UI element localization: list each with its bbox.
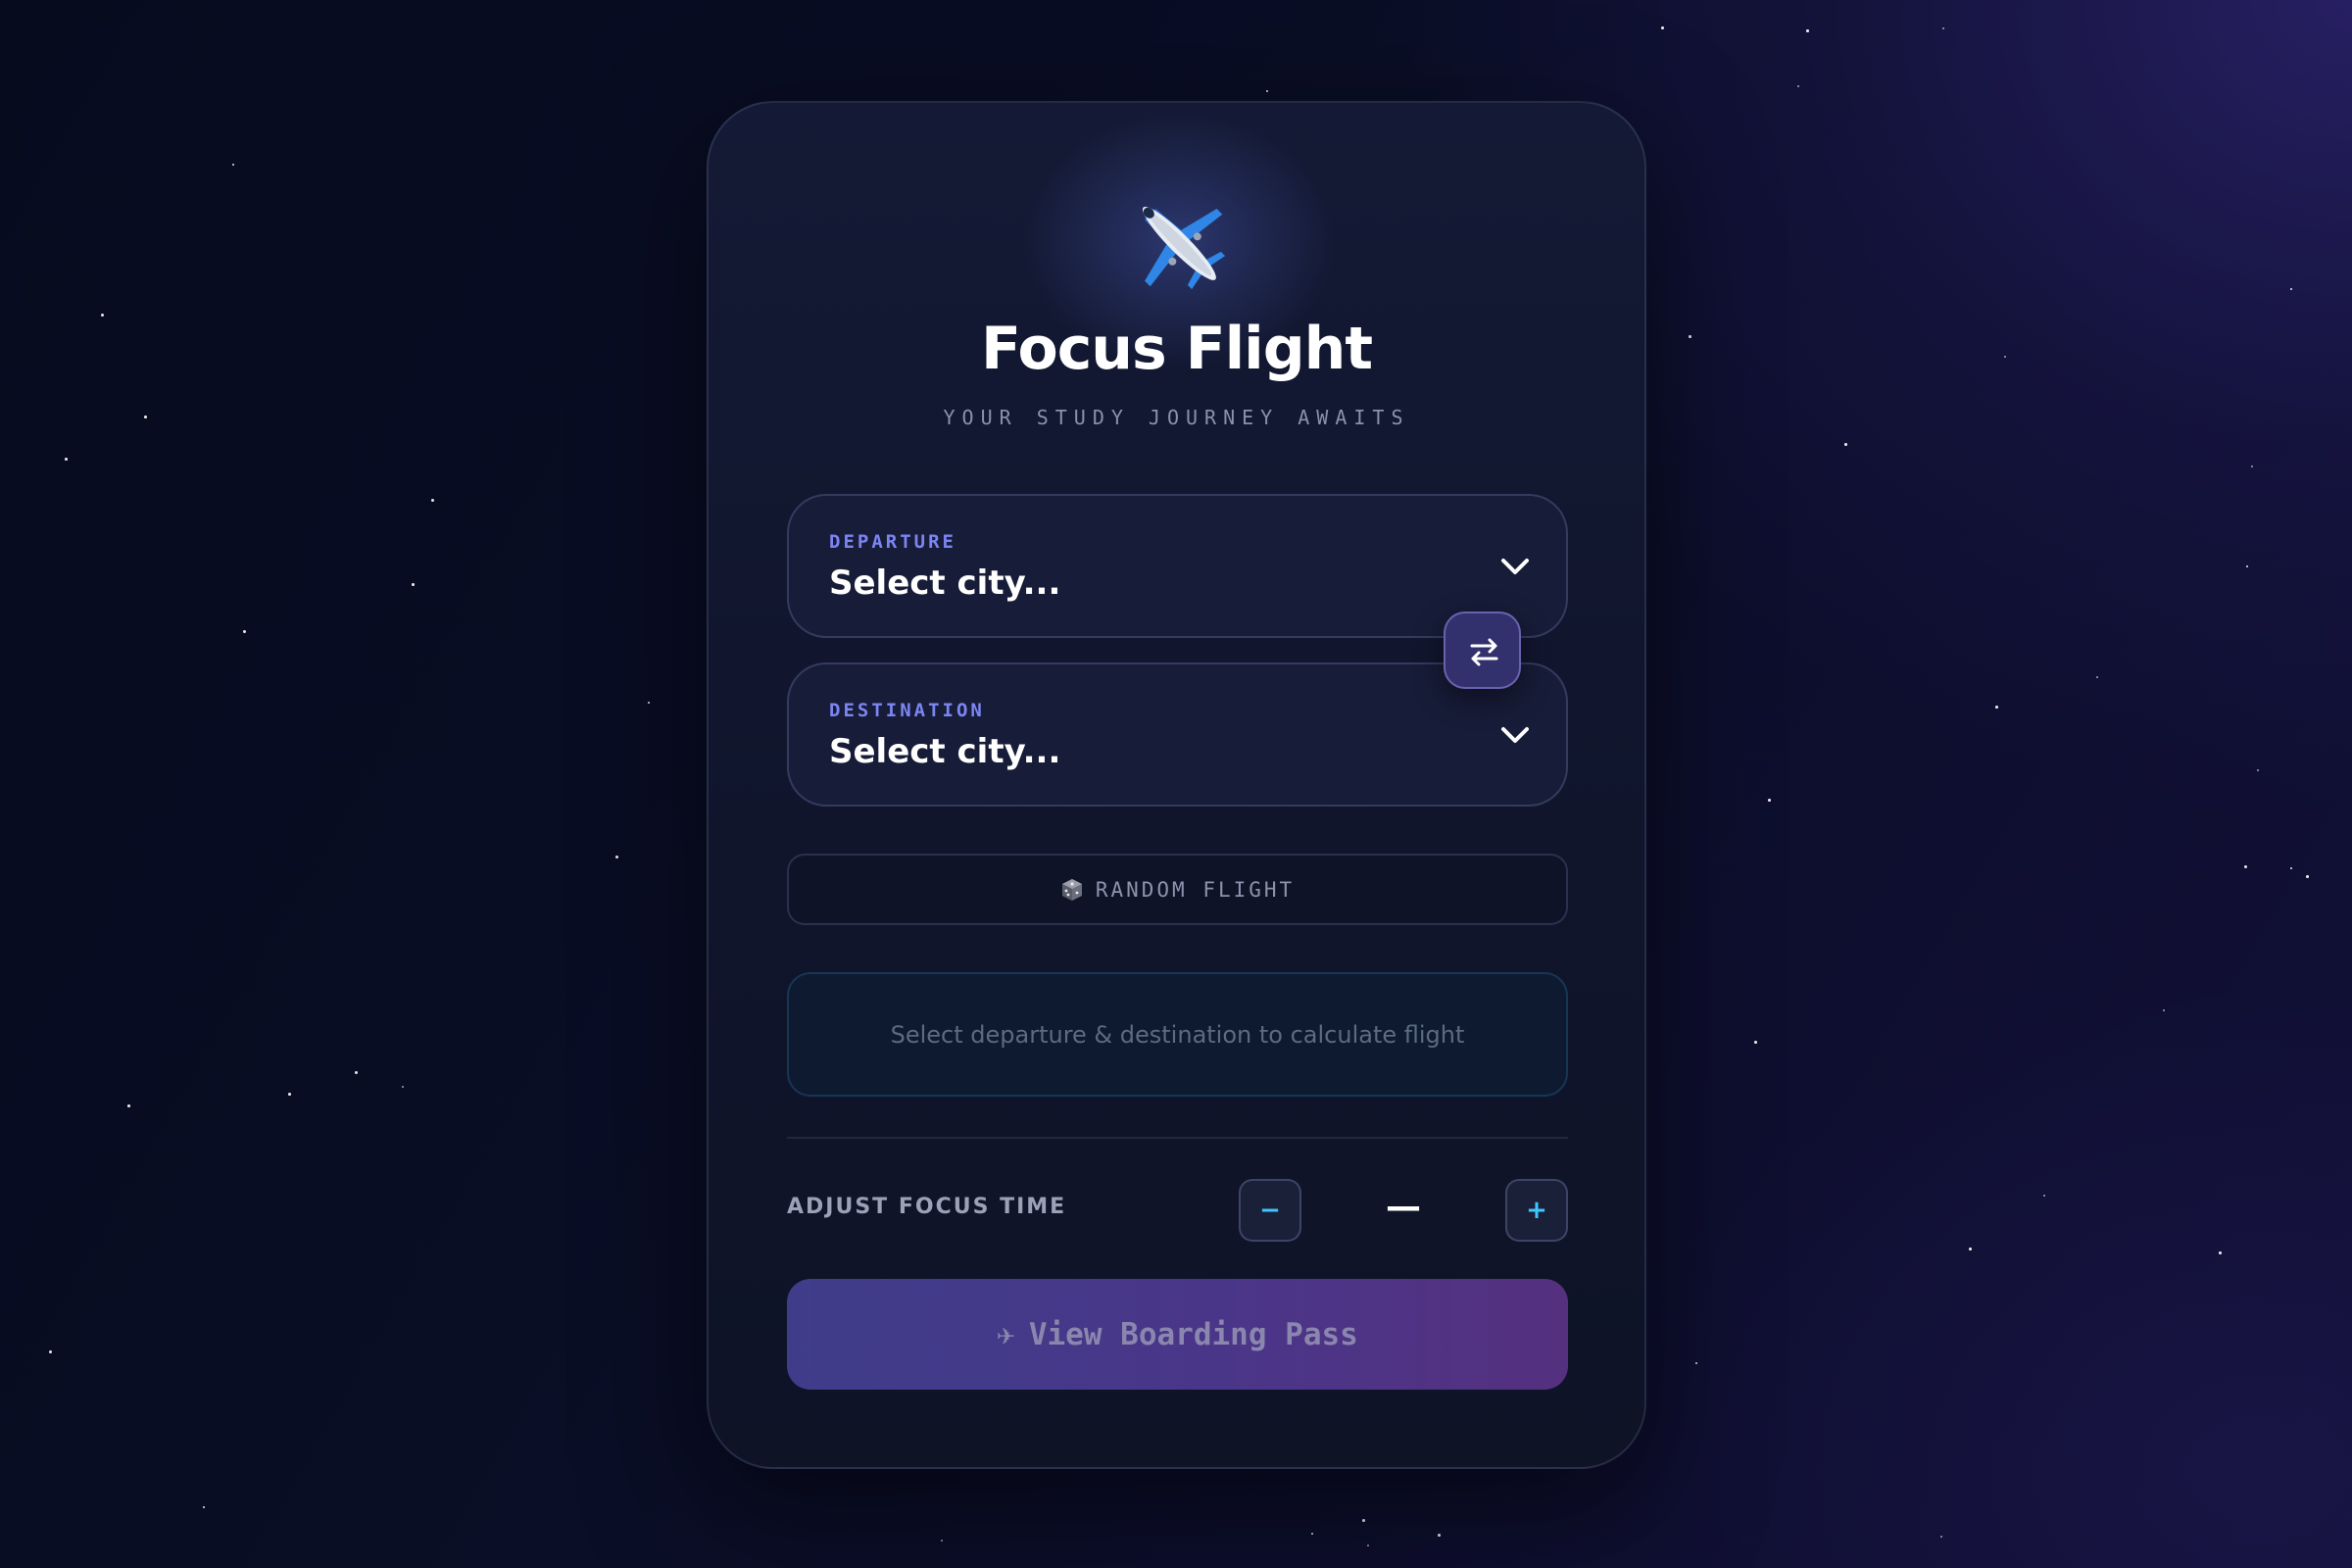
star bbox=[232, 164, 234, 166]
star bbox=[1768, 799, 1771, 802]
star bbox=[2004, 356, 2006, 358]
star bbox=[1689, 335, 1691, 338]
focus-flight-card: Focus Flight YOUR STUDY JOURNEY AWAITS D… bbox=[707, 101, 1646, 1469]
increase-focus-time-button[interactable]: + bbox=[1505, 1179, 1568, 1242]
star bbox=[144, 416, 147, 418]
star bbox=[412, 583, 415, 586]
star bbox=[1995, 706, 1998, 709]
star bbox=[1661, 26, 1664, 29]
star bbox=[2290, 867, 2292, 869]
star bbox=[2246, 565, 2248, 567]
view-boarding-pass-button[interactable]: ✈ View Boarding Pass bbox=[787, 1279, 1568, 1390]
app-subtitle: YOUR STUDY JOURNEY AWAITS bbox=[943, 406, 1410, 429]
star bbox=[127, 1104, 130, 1107]
star bbox=[1367, 1544, 1369, 1546]
star bbox=[2290, 288, 2292, 290]
star bbox=[288, 1093, 291, 1096]
star bbox=[1806, 29, 1809, 32]
star bbox=[203, 1506, 205, 1508]
star bbox=[1266, 90, 1268, 92]
star bbox=[1844, 443, 1847, 446]
star bbox=[615, 856, 618, 858]
star bbox=[243, 630, 246, 633]
flight-info-message: Select departure & destination to calcul… bbox=[890, 1020, 1465, 1049]
airplane-icon bbox=[1119, 183, 1237, 301]
focus-time-label: ADJUST FOCUS TIME bbox=[787, 1195, 1067, 1219]
chevron-down-icon bbox=[1501, 559, 1529, 574]
chevron-down-icon bbox=[1501, 727, 1529, 743]
star bbox=[648, 702, 650, 704]
star bbox=[65, 458, 68, 461]
star bbox=[49, 1350, 52, 1353]
app-title: Focus Flight bbox=[980, 315, 1373, 383]
focus-time-value: — bbox=[1386, 1187, 1421, 1227]
star bbox=[2257, 769, 2259, 771]
star bbox=[2043, 1195, 2045, 1197]
departure-label: DEPARTURE bbox=[829, 531, 956, 553]
plane-icon: ✈ bbox=[997, 1316, 1015, 1352]
swap-cities-button[interactable] bbox=[1444, 612, 1521, 689]
star bbox=[1362, 1519, 1365, 1522]
star bbox=[2219, 1251, 2222, 1254]
divider bbox=[787, 1137, 1568, 1139]
dice-icon bbox=[1061, 878, 1082, 901]
destination-value: Select city... bbox=[829, 732, 1061, 771]
star bbox=[2163, 1009, 2165, 1011]
star bbox=[2244, 865, 2247, 868]
decrease-focus-time-button[interactable]: − bbox=[1239, 1179, 1301, 1242]
random-flight-label: RANDOM FLIGHT bbox=[1095, 877, 1296, 902]
star bbox=[1311, 1533, 1313, 1535]
star bbox=[355, 1071, 358, 1074]
view-boarding-pass-label: View Boarding Pass bbox=[1028, 1316, 1358, 1352]
swap-arrows-icon bbox=[1470, 638, 1498, 666]
star bbox=[1797, 85, 1799, 87]
departure-value: Select city... bbox=[829, 564, 1061, 603]
star bbox=[1969, 1248, 1972, 1250]
star bbox=[2306, 875, 2309, 878]
random-flight-button[interactable]: RANDOM FLIGHT bbox=[787, 854, 1568, 925]
star bbox=[941, 1540, 943, 1542]
star bbox=[402, 1086, 404, 1088]
destination-label: DESTINATION bbox=[829, 700, 985, 721]
star bbox=[1695, 1362, 1697, 1364]
flight-info-panel: Select departure & destination to calcul… bbox=[787, 972, 1568, 1097]
star bbox=[2096, 676, 2098, 678]
star bbox=[2251, 466, 2253, 467]
plane-glow bbox=[826, 103, 1532, 514]
star bbox=[1438, 1534, 1441, 1537]
star bbox=[431, 499, 434, 502]
star bbox=[101, 314, 104, 317]
star bbox=[1754, 1041, 1757, 1044]
star bbox=[1940, 1536, 1942, 1538]
star bbox=[1942, 27, 1944, 29]
